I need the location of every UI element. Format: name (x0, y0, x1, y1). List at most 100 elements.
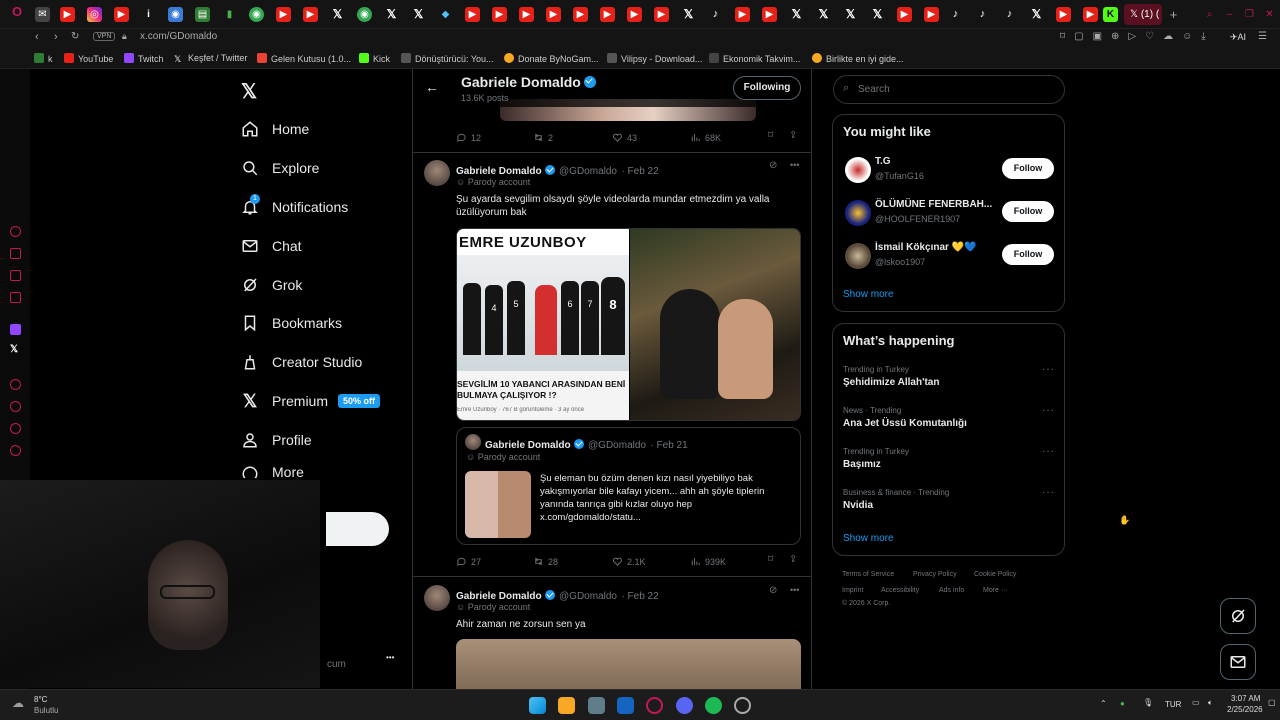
tab-youtube-icon[interactable]: ▶ (1056, 7, 1071, 22)
file-explorer-icon[interactable] (558, 697, 575, 714)
tab-x-icon[interactable]: 𝕏 (789, 7, 804, 22)
media-right-image[interactable] (630, 229, 800, 420)
media-left-image[interactable]: EMRE UZUNBOY 4 5 6 7 8 SEVGİLİM 10 YABAN… (457, 229, 629, 420)
tab-x-icon[interactable]: 𝕏 (843, 7, 858, 22)
back-arrow-icon[interactable]: ← (425, 79, 439, 95)
share-icon[interactable]: ⇪ (789, 130, 797, 141)
back-icon[interactable]: ‹ (35, 31, 39, 43)
bookmark-twitch[interactable]: Twitch (124, 53, 164, 64)
tab-youtube-icon[interactable]: ▶ (924, 7, 939, 22)
forward-icon[interactable]: › (54, 31, 58, 43)
active-tab[interactable]: 𝕏 (1) ( (1124, 4, 1162, 25)
tab-youtube-icon[interactable]: ▶ (114, 7, 129, 22)
trend-more-icon[interactable]: ··· (1042, 405, 1055, 416)
tweet-media[interactable]: EMRE UZUNBOY 4 5 6 7 8 SEVGİLİM 10 YABAN… (456, 228, 801, 421)
nav-premium[interactable]: 𝕏 Premium (240, 386, 328, 416)
avatar[interactable] (845, 157, 871, 183)
footer-link[interactable]: Cookie Policy (974, 571, 1016, 578)
sidebar-clock-icon[interactable] (10, 401, 21, 412)
suggestion-name[interactable]: ÖLÜMÜNE FENERBAH... (875, 199, 992, 210)
bookmark-converter[interactable]: Dönüştürücü: You... (401, 53, 494, 64)
start-icon[interactable] (529, 697, 546, 714)
notification-center-icon[interactable]: ▢ (1268, 698, 1276, 707)
nav-notifications[interactable]: 1 Notifications (240, 192, 348, 222)
sidebar-twitch-icon[interactable] (10, 324, 21, 335)
microphone-icon[interactable]: 🎙︎ (1143, 698, 1153, 707)
trend-title[interactable]: Nvidia (843, 500, 873, 511)
avatar[interactable] (845, 200, 871, 226)
tab-x-icon[interactable]: 𝕏 (384, 7, 399, 22)
reply-button[interactable]: 12 (456, 132, 481, 143)
messages-floating-button[interactable] (1220, 644, 1256, 680)
tab-youtube-icon[interactable]: ▶ (519, 7, 534, 22)
sidebar-instagram-icon[interactable] (10, 270, 21, 281)
show-more-link[interactable]: Show more (843, 533, 894, 544)
views-button[interactable]: 68K (690, 132, 721, 143)
post-button[interactable] (326, 512, 389, 546)
nav-home[interactable]: Home (240, 114, 309, 144)
reload-icon[interactable]: ↻ (71, 31, 79, 42)
tab-chrome-icon[interactable]: ◉ (249, 7, 264, 22)
footer-link[interactable]: More ··· (983, 587, 1008, 594)
tab-app-icon[interactable]: ◆ (438, 7, 453, 22)
search-tabs-icon[interactable]: ⌕ (1202, 7, 1217, 22)
opera-logo-icon[interactable]: O (8, 4, 26, 24)
nav-creator-studio[interactable]: Creator Studio (240, 347, 362, 377)
x-logo-icon[interactable]: 𝕏 (241, 79, 257, 104)
tab-tiktok-icon[interactable]: ♪ (975, 7, 990, 22)
weather-icon[interactable]: ☁ (12, 696, 24, 710)
tab-youtube-icon[interactable]: ▶ (573, 7, 588, 22)
tweet-more-icon[interactable]: ••• (790, 160, 799, 170)
tab-kick-icon[interactable]: K (1103, 7, 1118, 22)
vpn-badge[interactable]: VPN (93, 32, 116, 41)
follow-button[interactable]: Follow (1002, 244, 1054, 265)
repost-button[interactable]: 2 (533, 132, 553, 143)
url-field[interactable]: x.com/GDomaldo (140, 31, 217, 42)
search-input[interactable]: ⌕ Search (833, 75, 1065, 104)
sidebar-history-icon[interactable] (10, 379, 21, 390)
bookmark-kick[interactable]: Kick (359, 53, 390, 64)
network-icon[interactable]: ▭ (1192, 698, 1200, 707)
bookmark-birlikte[interactable]: Birlikte en iyi gide... (812, 53, 904, 64)
avatar[interactable] (424, 585, 450, 611)
tweet-more-icon[interactable]: ••• (790, 585, 799, 595)
tray-chevron-icon[interactable]: ⌃ (1100, 699, 1107, 708)
tab-x-icon[interactable]: 𝕏 (870, 7, 885, 22)
tab-youtube-icon[interactable]: ▶ (546, 7, 561, 22)
tray-app-icon[interactable]: ● (1120, 699, 1125, 708)
tab-youtube-icon[interactable]: ▶ (303, 7, 318, 22)
bookmark-youtube[interactable]: YouTube (64, 53, 113, 64)
tab-youtube-icon[interactable]: ▶ (465, 7, 480, 22)
repost-button[interactable]: 28 (533, 556, 558, 567)
new-tab-icon[interactable]: + (1166, 7, 1181, 22)
tab-youtube-icon[interactable]: ▶ (60, 7, 75, 22)
tab-youtube-icon[interactable]: ▶ (762, 7, 777, 22)
bookmark-icon[interactable]: ⌑ (768, 130, 773, 141)
tab-tiktok-icon[interactable]: ♪ (1002, 7, 1017, 22)
follow-button[interactable]: Follow (1002, 158, 1054, 179)
bookmark-vilipsy[interactable]: Vilipsy - Download... (607, 53, 702, 64)
share-icon[interactable]: ⇪ (789, 554, 797, 565)
tab-youtube-icon[interactable]: ▶ (1083, 7, 1098, 22)
tab-tiktok-icon[interactable]: ♪ (948, 7, 963, 22)
bookmark-icon[interactable]: ⌑ (768, 554, 773, 565)
sidebar-extensions-icon[interactable] (10, 423, 21, 434)
clock-date[interactable]: 2/25/2026 (1227, 705, 1263, 714)
grok-floating-button[interactable] (1220, 598, 1256, 634)
bookmark-gmail[interactable]: Gelen Kutusu (1.0... (257, 53, 351, 64)
tab-instagram-icon[interactable]: ◎ (87, 7, 102, 22)
tweet-media[interactable] (456, 639, 801, 689)
tab-x-icon[interactable]: 𝕏 (411, 7, 426, 22)
nav-profile[interactable]: Profile (240, 425, 312, 455)
tab-youtube-icon[interactable]: ▶ (492, 7, 507, 22)
minimize-icon[interactable]: – (1222, 7, 1237, 22)
reply-button[interactable]: 27 (456, 556, 481, 567)
spotify-icon[interactable] (705, 697, 722, 714)
trend-more-icon[interactable]: ··· (1042, 487, 1055, 498)
discord-icon[interactable] (676, 697, 693, 714)
nav-more[interactable]: More (240, 464, 304, 478)
tab-youtube-icon[interactable]: ▶ (654, 7, 669, 22)
sidebar-aria-icon[interactable] (10, 226, 21, 237)
tab-tiktok-icon[interactable]: ♪ (708, 7, 723, 22)
footer-link[interactable]: Imprint (842, 587, 863, 594)
